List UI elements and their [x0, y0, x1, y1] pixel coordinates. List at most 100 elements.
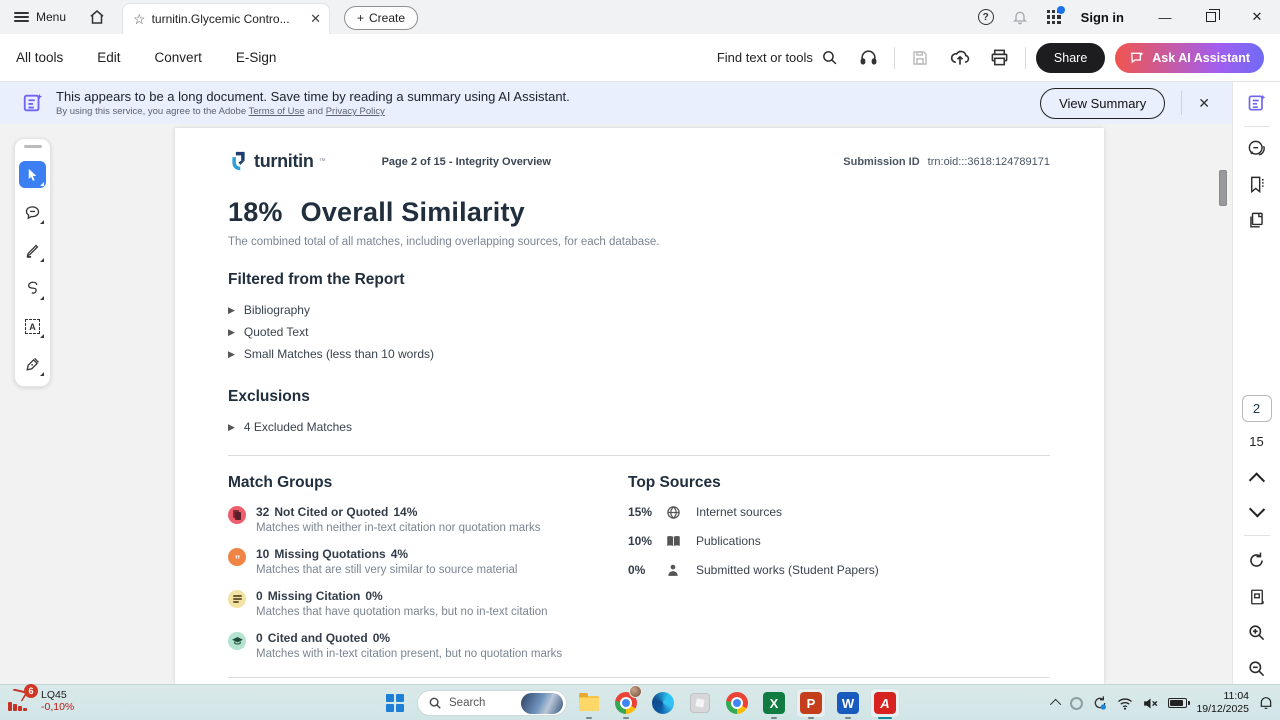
view-summary-button[interactable]: View Summary	[1040, 88, 1165, 119]
zoom-in-button[interactable]	[1240, 618, 1274, 648]
zoom-out-button[interactable]	[1240, 654, 1274, 684]
match-count: 0	[256, 631, 263, 645]
match-label: Not Cited or Quoted	[274, 505, 388, 519]
match-desc: Matches that have quotation marks, but n…	[256, 606, 548, 618]
draw-tool-button[interactable]	[19, 275, 46, 302]
expand-arrow-icon: ▶	[228, 327, 235, 338]
filtered-item-quoted-text[interactable]: ▶Quoted Text	[228, 321, 1050, 343]
chrome-button[interactable]	[722, 688, 752, 718]
save-button[interactable]	[905, 43, 935, 73]
highlighter-icon	[24, 242, 41, 259]
filtered-section-title: Filtered from the Report	[228, 271, 1050, 289]
star-icon[interactable]: ☆	[133, 11, 146, 28]
upload-cloud-button[interactable]	[945, 43, 975, 73]
share-button[interactable]: Share	[1036, 43, 1105, 73]
highlight-tool-button[interactable]	[19, 237, 46, 264]
print-button[interactable]	[985, 43, 1015, 73]
rotate-page-button[interactable]	[1240, 546, 1274, 576]
notifications-button[interactable]	[1003, 0, 1037, 34]
previous-page-button[interactable]	[1248, 472, 1264, 488]
file-explorer-button[interactable]	[574, 688, 604, 718]
tray-expand-button[interactable]	[1053, 699, 1061, 707]
tab-all-tools[interactable]: All tools	[16, 50, 63, 65]
fill-sign-tool-button[interactable]	[19, 351, 46, 378]
volume-muted-button[interactable]	[1142, 696, 1159, 711]
powerpoint-button[interactable]: P	[796, 688, 826, 718]
ask-ai-assistant-button[interactable]: Ask AI Assistant	[1115, 43, 1264, 73]
match-pct: 0%	[373, 631, 390, 645]
sign-in-button[interactable]: Sign in	[1071, 10, 1142, 25]
create-button[interactable]: + Create	[344, 6, 418, 30]
read-aloud-button[interactable]	[854, 43, 884, 73]
add-text-tool-button[interactable]: A	[19, 313, 46, 340]
minimize-button[interactable]: —	[1142, 0, 1188, 34]
comments-panel-button[interactable]	[1240, 133, 1274, 163]
battery-button[interactable]	[1168, 698, 1187, 708]
ticker-change: -0,10%	[41, 701, 74, 713]
filtered-item-bibliography[interactable]: ▶Bibliography	[228, 299, 1050, 321]
gray-cube-app-button[interactable]	[685, 688, 715, 718]
tab-esign[interactable]: E-Sign	[236, 50, 277, 65]
page-number-input[interactable]: 2	[1242, 395, 1272, 422]
toolbar: All tools Edit Convert E-Sign Find text …	[0, 34, 1280, 82]
next-page-button[interactable]	[1248, 501, 1264, 517]
select-tool-button[interactable]	[19, 161, 46, 188]
find-label: Find text or tools	[717, 50, 813, 65]
search-highlight-image[interactable]	[521, 693, 563, 714]
page-thumbnails-button[interactable]	[1240, 205, 1274, 235]
filtered-item-label: Small Matches (less than 10 words)	[244, 347, 434, 361]
taskbar-search[interactable]: Search	[417, 690, 567, 716]
ai-assistant-panel-button[interactable]	[1240, 88, 1274, 118]
document-viewport: A turnitin™ Page 2 of 15 - Integrity Ove…	[0, 124, 1232, 684]
chevron-up-icon	[1050, 699, 1061, 710]
terms-of-use-link[interactable]: Terms of Use	[249, 106, 305, 117]
comment-bubble-icon	[24, 204, 41, 221]
scrollbar-thumb[interactable]	[1219, 170, 1227, 206]
notification-center-button[interactable]	[1258, 695, 1274, 711]
edge-button[interactable]	[648, 688, 678, 718]
close-button[interactable]: ✕	[1234, 0, 1280, 34]
chrome-profile-button[interactable]	[611, 688, 641, 718]
banner-close-icon[interactable]: ✕	[1198, 95, 1210, 112]
acrobat-button[interactable]: A	[870, 688, 900, 718]
apps-grid-button[interactable]	[1037, 0, 1071, 34]
tray-app-button[interactable]	[1070, 697, 1083, 710]
tab-edit[interactable]: Edit	[97, 50, 120, 65]
menu-button[interactable]: Menu	[0, 10, 76, 24]
comment-tool-button[interactable]	[19, 199, 46, 226]
palette-drag-handle[interactable]	[24, 145, 42, 148]
privacy-policy-link[interactable]: Privacy Policy	[326, 106, 385, 117]
avatar	[629, 685, 642, 698]
match-groups-title: Match Groups	[228, 474, 628, 492]
word-button[interactable]: W	[833, 688, 863, 718]
bookmarks-panel-button[interactable]	[1240, 169, 1274, 199]
comment-bubble-icon	[1247, 139, 1266, 158]
divider	[228, 677, 1050, 678]
tab-close-icon[interactable]: ✕	[310, 11, 321, 27]
match-group-row: 32Not Cited or Quoted14% Matches with ne…	[228, 505, 628, 534]
widgets-button[interactable]: 6 LQ45 -0,10%	[8, 688, 74, 714]
wifi-button[interactable]	[1117, 697, 1133, 710]
cloud-upload-icon	[950, 48, 970, 68]
home-button[interactable]	[76, 8, 118, 26]
document-tab[interactable]: ☆ turnitin.Glycemic Contro... ✕	[122, 3, 330, 34]
restore-icon	[1206, 12, 1216, 22]
help-button[interactable]: ?	[969, 0, 1003, 34]
ai-document-icon	[22, 92, 44, 114]
excel-button[interactable]: X	[759, 688, 789, 718]
restore-button[interactable]	[1188, 0, 1234, 34]
vertical-scrollbar[interactable]	[1218, 124, 1228, 684]
page-display-button[interactable]	[1240, 582, 1274, 612]
person-icon	[666, 563, 680, 577]
start-button[interactable]	[380, 688, 410, 718]
turnitin-logo-icon	[228, 150, 249, 173]
excel-icon: X	[763, 692, 785, 714]
exclusions-item[interactable]: ▶4 Excluded Matches	[228, 416, 1050, 438]
update-sync-button[interactable]	[1092, 695, 1108, 711]
clock[interactable]: 11:04 19/12/2025	[1196, 690, 1249, 716]
find-text-button[interactable]: Find text or tools	[717, 49, 838, 66]
tab-convert[interactable]: Convert	[155, 50, 202, 65]
match-group-row: ” 10Missing Quotations4% Matches that ar…	[228, 547, 628, 576]
filtered-item-small-matches[interactable]: ▶Small Matches (less than 10 words)	[228, 343, 1050, 365]
source-label: Submitted works (Student Papers)	[696, 563, 879, 577]
